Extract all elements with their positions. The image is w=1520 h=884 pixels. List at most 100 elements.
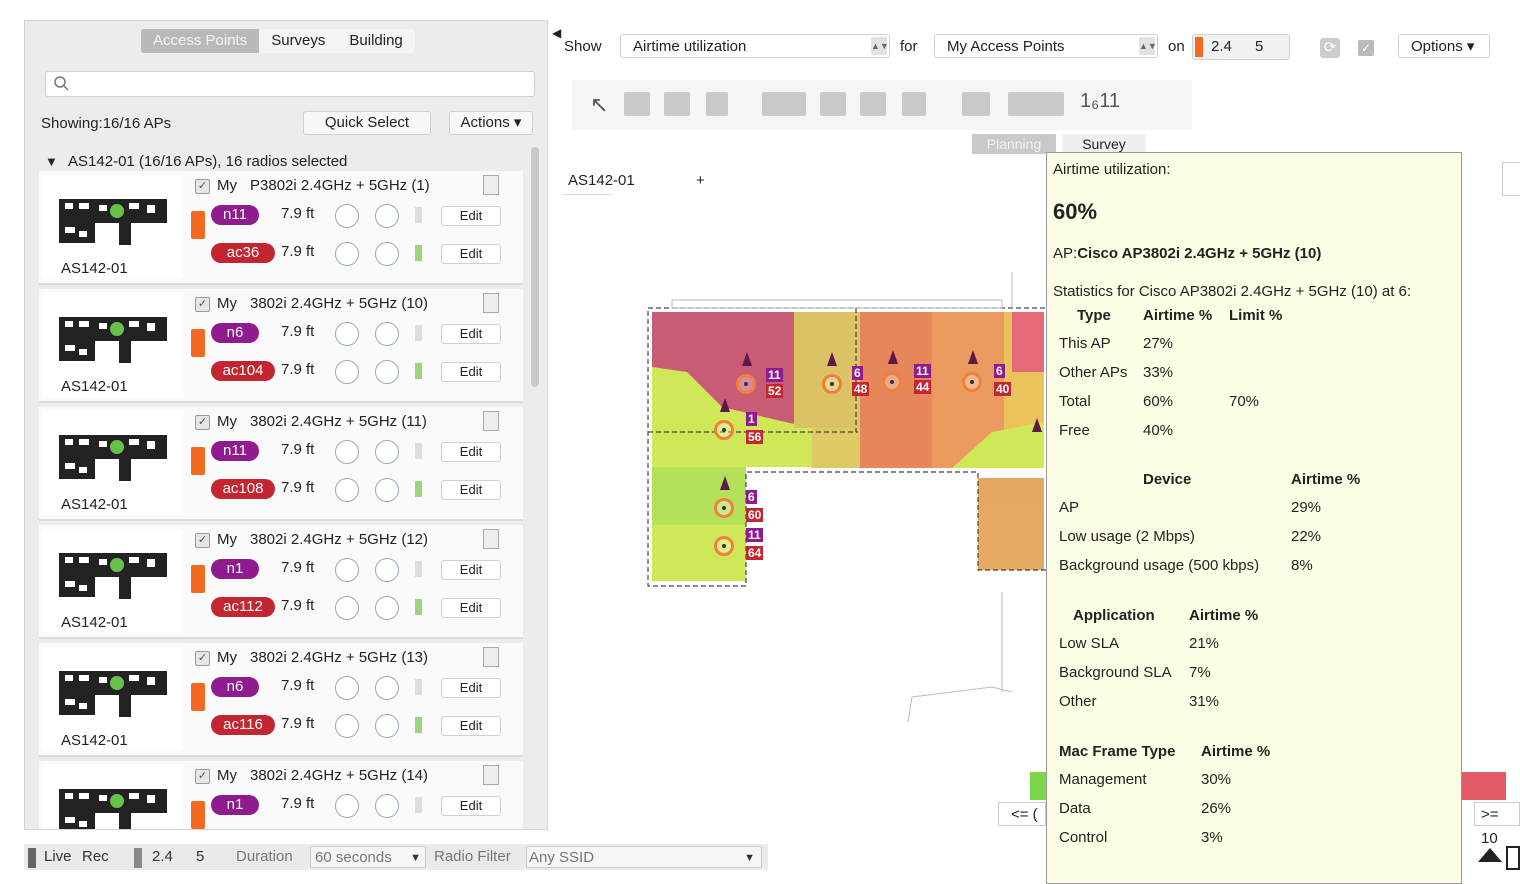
ap-checkbox[interactable]: ✓ [195,179,210,194]
band-2-4-button[interactable]: 2.4 [152,848,173,865]
checkbox-icon[interactable]: ✓ [1358,40,1374,56]
panel-toggle-icon[interactable] [1506,846,1520,870]
refresh-icon[interactable]: ⟳ [1320,38,1340,58]
rec-button[interactable]: Rec [82,848,109,865]
azimuth-dial-icon[interactable] [375,242,399,266]
azimuth-dial-icon[interactable] [375,360,399,384]
elevation-dial-icon[interactable] [335,204,359,228]
cylinder-tool-icon[interactable] [706,92,728,116]
height-value[interactable]: 7.9 ft [281,479,314,496]
height-value[interactable]: 7.9 ft [281,677,314,694]
ap-pin-icon[interactable] [720,398,730,412]
ap-pin-icon[interactable] [1032,418,1042,432]
ap-marker[interactable] [714,498,734,518]
scrollbar[interactable] [531,147,539,387]
ap-checkbox[interactable]: ✓ [195,651,210,666]
band-5-button[interactable]: 5 [1255,38,1263,55]
copy-tool-icon[interactable] [820,92,846,116]
channel-plan-tool-icon[interactable]: 1₆11 [1080,90,1120,113]
height-value[interactable]: 7.9 ft [281,715,314,732]
ap-card[interactable]: ✓ My 3802i 2.4GHz + 5GHz (14) n1 7.9 ft Edit [39,761,523,829]
channel-pill[interactable]: n1 [211,559,259,579]
document-tool-icon[interactable] [902,92,926,116]
tree-header[interactable]: ▼ AS142-01 (16/16 APs), 16 radios select… [45,153,347,170]
ap-pin-icon[interactable] [968,350,978,364]
document-icon[interactable] [483,529,499,549]
height-value[interactable]: 7.9 ft [281,559,314,576]
edit-button[interactable]: Edit [441,206,501,226]
wall-tool-icon[interactable] [624,92,650,116]
azimuth-dial-icon[interactable] [375,676,399,700]
document-icon[interactable] [483,175,499,195]
actions-button[interactable]: Actions ▾ [449,111,533,135]
elevation-dial-icon[interactable] [335,676,359,700]
elevation-dial-icon[interactable] [335,322,359,346]
edit-button[interactable]: Edit [441,442,501,462]
ap-thumbnail[interactable]: AS142-01 [43,529,183,633]
height-value[interactable]: 7.9 ft [281,795,314,812]
radio-filter-select[interactable]: Any SSID ▼ [526,846,762,868]
azimuth-dial-icon[interactable] [375,714,399,738]
ap-pin-icon[interactable] [720,476,730,490]
tab-planning[interactable]: Planning [972,134,1056,154]
ap-card[interactable]: AS142-01 ✓ My P3802i 2.4GHz + 5GHz (1) n11 7.… [39,171,523,285]
channel-pill[interactable]: ac36 [211,243,275,263]
azimuth-dial-icon[interactable] [375,204,399,228]
ap-pin-icon[interactable] [888,350,898,364]
channel-pill[interactable]: n6 [211,323,259,343]
document-icon[interactable] [483,411,499,431]
tab-building[interactable]: Building [337,29,415,53]
edit-button[interactable]: Edit [441,598,501,618]
channel-pill[interactable]: n1 [211,795,259,815]
edit-button[interactable]: Edit [441,796,501,816]
chart-button[interactable] [1502,162,1520,196]
height-value[interactable]: 7.9 ft [281,205,314,222]
azimuth-dial-icon[interactable] [375,322,399,346]
elevation-dial-icon[interactable] [335,714,359,738]
azimuth-dial-icon[interactable] [375,558,399,582]
height-value[interactable]: 7.9 ft [281,441,314,458]
azimuth-dial-icon[interactable] [375,596,399,620]
add-floor-button[interactable]: + [696,172,705,189]
edit-button[interactable]: Edit [441,560,501,580]
ap-pin-icon[interactable] [742,352,752,366]
ap-card[interactable]: AS142-01 ✓ My 3802i 2.4GHz + 5GHz (10) n6 7.9… [39,289,523,403]
azimuth-dial-icon[interactable] [375,794,399,818]
channel-pill[interactable]: ac104 [211,361,275,381]
edit-button[interactable]: Edit [441,716,501,736]
ap-thumbnail[interactable]: AS142-01 [43,293,183,397]
channel-pill[interactable]: ac116 [211,715,275,735]
scope-select[interactable]: My Access Points ▲▼ [934,34,1158,58]
ap-marker[interactable] [714,420,734,440]
tab-access-points[interactable]: Access Points [141,29,260,53]
duration-select[interactable]: 60 seconds ▼ [310,846,426,868]
ap-marker[interactable] [962,372,982,392]
pointer-tool-icon[interactable]: ↖ [590,92,608,118]
metric-select[interactable]: Airtime utilization ▲▼ [620,34,890,58]
tab-survey[interactable]: Survey [1062,134,1146,154]
channel-pill[interactable]: ac112 [211,597,275,617]
ap-checkbox[interactable]: ✓ [195,533,210,548]
elevation-dial-icon[interactable] [335,360,359,384]
tab-surveys[interactable]: Surveys [259,29,338,53]
cabinet-tool-icon[interactable] [860,92,886,116]
ap-thumbnail[interactable]: AS142-01 [43,411,183,515]
ap-marker[interactable] [736,374,756,394]
elevation-dial-icon[interactable] [335,478,359,502]
document-icon[interactable] [483,647,499,667]
ap-thumbnail[interactable] [43,765,183,829]
ap-checkbox[interactable]: ✓ [195,769,210,784]
ap-card[interactable]: AS142-01 ✓ My 3802i 2.4GHz + 5GHz (12) n1 7.9… [39,525,523,639]
elevation-dial-icon[interactable] [335,596,359,620]
channel-pill[interactable]: ac108 [211,479,275,499]
band-2-4-button[interactable]: 2.4 [1211,38,1232,55]
ap-marker[interactable] [714,536,734,556]
edit-button[interactable]: Edit [441,324,501,344]
height-value[interactable]: 7.9 ft [281,597,314,614]
ap-marker[interactable] [822,374,842,394]
live-button[interactable]: Live [44,848,72,865]
quick-select-button[interactable]: Quick Select [303,111,431,135]
ap-place-tool-icon[interactable] [962,92,990,116]
ap-thumbnail[interactable]: AS142-01 [43,647,183,751]
height-value[interactable]: 7.9 ft [281,243,314,260]
